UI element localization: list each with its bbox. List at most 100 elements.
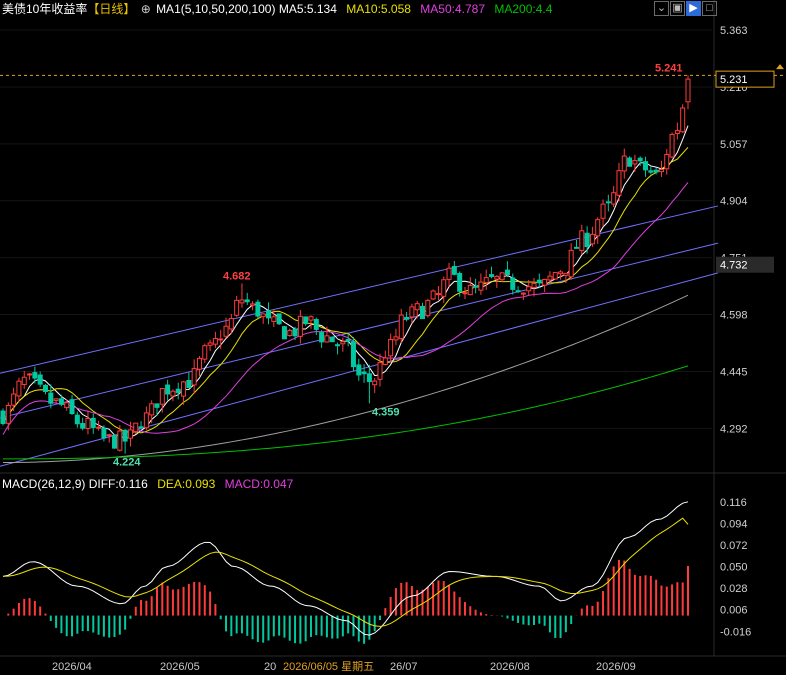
candle-body [27, 373, 33, 376]
candle-body [271, 316, 277, 322]
macd-dea-value: DEA:0.093 [157, 477, 216, 491]
candle-body [404, 316, 410, 320]
candle-body [32, 372, 38, 379]
price-tick-label: 5.363 [720, 25, 748, 37]
candle-body [499, 272, 505, 281]
candle-body [319, 332, 325, 343]
time-tick-label: 20 [264, 661, 276, 673]
candle-body [674, 130, 680, 134]
candle-body [149, 403, 155, 416]
candle-body [558, 271, 564, 275]
macd-tick-label: -0.016 [720, 626, 751, 638]
candle-body [297, 315, 303, 337]
candle-body [573, 246, 579, 249]
candle-body [127, 429, 133, 439]
candle-body [212, 338, 218, 345]
price-chart[interactable]: 5.3635.2105.0574.9044.7514.5984.4454.292… [0, 0, 786, 675]
candle-body [664, 153, 670, 170]
candle-body [531, 283, 537, 289]
candle-body [489, 274, 495, 278]
price-tick-label: 4.904 [720, 196, 748, 208]
channel-price-label: 4.732 [720, 260, 748, 272]
candle-body [462, 292, 468, 295]
macd-tick-label: 0.028 [720, 583, 748, 595]
candle-body [669, 133, 675, 158]
candle-body [494, 275, 500, 280]
macd-tick-label: 0.116 [720, 497, 747, 509]
candle-body [457, 273, 463, 292]
time-tick-label: 2026/09 [596, 661, 636, 673]
candle-body [393, 336, 399, 341]
candle-body [504, 269, 510, 275]
time-tick-label: 2026/08 [490, 661, 530, 673]
candle-body [388, 338, 394, 357]
candle-body [101, 427, 107, 439]
candle-body [515, 290, 521, 293]
candle-body [340, 341, 346, 345]
candle-body [616, 170, 622, 196]
period-label[interactable]: 【日线】 [87, 2, 135, 16]
diff-line [2, 501, 689, 636]
candle-body [186, 379, 192, 389]
dropdown-icon[interactable]: ⌄ [654, 1, 669, 16]
arrow-up-icon [776, 64, 784, 70]
restore-icon[interactable]: ▣ [670, 1, 685, 16]
candle-body [281, 326, 287, 340]
candle-body [584, 232, 590, 247]
candle-body [175, 388, 181, 394]
candle-body [48, 392, 54, 404]
candle-body [552, 272, 558, 280]
macd-tick-label: 0.072 [720, 540, 748, 552]
candle-body [595, 219, 601, 237]
candle-body [621, 155, 627, 172]
candle-body [112, 434, 118, 449]
candle-body [170, 390, 176, 397]
candle-body [42, 384, 48, 393]
candle-body [234, 299, 240, 316]
candle-body [372, 380, 378, 386]
macd-label[interactable]: MACD(26,12,9) [2, 477, 85, 491]
candlesticks [0, 75, 691, 454]
ma-params-label[interactable]: MA1(5,10,50,200,100) [156, 2, 275, 16]
candle-body [11, 393, 17, 406]
candle-body [106, 434, 112, 437]
candle-body [329, 336, 335, 343]
trend-channel [0, 205, 719, 467]
candle-body [159, 388, 165, 405]
candle-body [228, 318, 234, 330]
chart-grid [0, 0, 786, 657]
ma200-value: MA200:4.4 [494, 2, 553, 16]
candle-body [510, 277, 516, 290]
candle-body [5, 404, 11, 424]
candle-body [605, 201, 611, 204]
candle-body [138, 426, 144, 429]
candle-body [191, 368, 197, 386]
candle-body [287, 329, 293, 337]
candle-body [473, 285, 479, 288]
candle-body [382, 357, 388, 365]
candle-body [223, 325, 229, 337]
candle-body [685, 78, 691, 103]
candle-body [526, 286, 532, 292]
macd-tick-label: 0.094 [720, 518, 748, 530]
candle-body [435, 293, 441, 296]
candle-body [536, 279, 542, 284]
time-tick-label: 2026/04 [52, 661, 92, 673]
ma50-value: MA50:4.787 [420, 2, 485, 16]
play-icon[interactable]: ▶ [686, 1, 701, 16]
candle-body [303, 316, 309, 325]
price-tick-label: 4.445 [720, 366, 748, 378]
candle-body [632, 160, 638, 165]
candle-body [80, 423, 86, 429]
macd-macd-value: MACD:0.047 [224, 477, 294, 491]
candle-body [324, 335, 330, 343]
swing-high-label: 4.682 [223, 270, 251, 282]
window-icon[interactable]: □ [702, 1, 717, 16]
target-icon[interactable]: ⊕ [139, 2, 153, 16]
candle-body [207, 342, 213, 346]
candle-body [202, 345, 208, 360]
candle-body [414, 303, 420, 311]
high-label: 5.241 [655, 62, 683, 74]
candle-body [96, 426, 102, 429]
ma10-line [2, 146, 689, 434]
